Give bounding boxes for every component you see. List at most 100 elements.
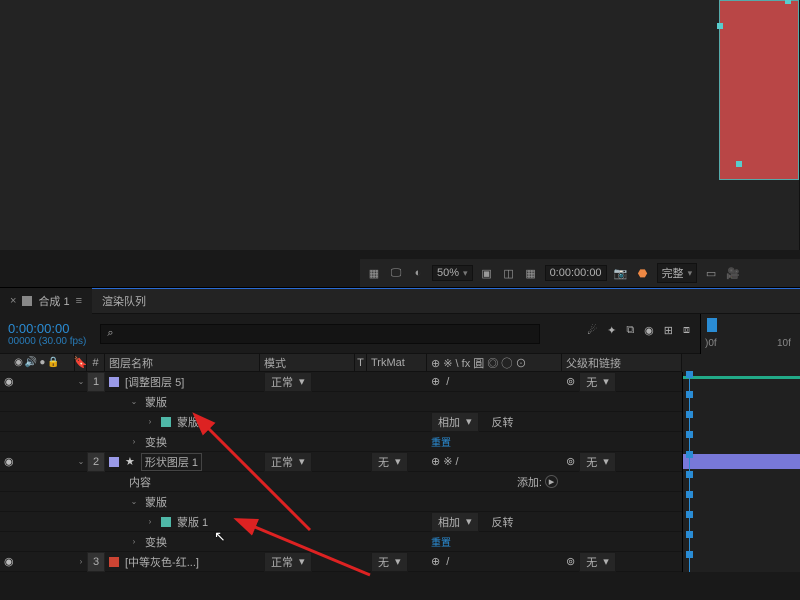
channel-icon[interactable]: ⬣ bbox=[635, 267, 651, 280]
camera-icon[interactable]: 🎥 bbox=[725, 267, 741, 280]
mask-item[interactable]: ›蒙版 1 相加▾反转 bbox=[0, 412, 800, 432]
view-icon[interactable]: ▭ bbox=[703, 267, 719, 280]
col-t[interactable]: T bbox=[355, 354, 367, 372]
zoom-dropdown[interactable]: 50%▾ bbox=[432, 265, 473, 281]
col-index[interactable]: # bbox=[87, 354, 105, 372]
tab-composition[interactable]: × 合成 1 ≡ bbox=[0, 288, 92, 314]
column-headers: ◉🔊●🔒 🔖 # 图层名称 模式 T TrkMat ⊕ ※ \ fx 圓 ◎ ◯… bbox=[0, 354, 800, 372]
twirl-icon[interactable]: ⌄ bbox=[78, 377, 85, 386]
reset-link[interactable]: 重置 bbox=[431, 434, 451, 449]
col-mode[interactable]: 模式 bbox=[260, 354, 355, 372]
layer-switches[interactable]: ⊕/ bbox=[427, 552, 562, 572]
reset-link[interactable]: 重置 bbox=[431, 534, 451, 549]
close-icon[interactable]: × bbox=[10, 295, 16, 307]
mask-item[interactable]: ›蒙版 1 相加▾反转 bbox=[0, 512, 800, 532]
pickwhip-icon[interactable]: ⊚ bbox=[566, 375, 575, 388]
add-button[interactable]: ▸ bbox=[545, 475, 558, 488]
layer-bar[interactable] bbox=[683, 454, 800, 469]
vertex-handle[interactable] bbox=[717, 23, 723, 29]
comp-mini-icon[interactable]: ☄ bbox=[587, 324, 597, 337]
mask-name[interactable]: 蒙版 1 bbox=[177, 514, 208, 530]
layer-name[interactable]: 形状图层 1 bbox=[141, 453, 202, 471]
col-av-toggles[interactable]: ◉🔊●🔒 bbox=[0, 354, 75, 372]
resolution-dropdown[interactable]: 完整▾ bbox=[657, 263, 698, 283]
shy-icon[interactable]: ✦ bbox=[607, 324, 616, 337]
col-label[interactable]: 🔖 bbox=[75, 354, 87, 372]
ruler-tick: 10f bbox=[777, 338, 791, 349]
parent-dropdown[interactable]: 无▾ bbox=[579, 372, 616, 392]
shape-layer-preview[interactable] bbox=[719, 0, 799, 180]
transform-group[interactable]: ›变换 重置 bbox=[0, 532, 800, 552]
color-swatch[interactable] bbox=[109, 377, 119, 387]
mask-mode-dropdown[interactable]: 相加▾ bbox=[431, 412, 479, 432]
layer-name[interactable]: [调整图层 5] bbox=[125, 374, 184, 390]
mask-name[interactable]: 蒙版 1 bbox=[177, 414, 208, 430]
preview-timecode[interactable]: 0:00:00:00 bbox=[545, 265, 607, 281]
color-swatch[interactable] bbox=[109, 557, 119, 567]
mask-color[interactable] bbox=[161, 517, 171, 527]
col-name[interactable]: 图层名称 bbox=[105, 354, 260, 372]
playhead[interactable] bbox=[707, 318, 717, 332]
snapshot-icon[interactable]: 📷 bbox=[613, 267, 629, 280]
contents-group[interactable]: 内容 添加:▸ bbox=[0, 472, 800, 492]
invert-checkbox[interactable]: 反转 bbox=[492, 414, 514, 430]
trkmat-dropdown[interactable]: 无▾ bbox=[371, 452, 408, 472]
blend-mode-dropdown[interactable]: 正常▾ bbox=[264, 372, 312, 392]
pickwhip-icon[interactable]: ⊚ bbox=[566, 555, 575, 568]
ruler-tick: )0f bbox=[705, 338, 717, 349]
viewport-inner[interactable] bbox=[0, 0, 800, 250]
graph-icon[interactable]: ⊞ bbox=[664, 324, 673, 337]
invert-checkbox[interactable]: 反转 bbox=[492, 514, 514, 530]
layer-row[interactable]: ◉ ⌄ 1 [调整图层 5] 正常▾ ⊕/ ⊚ 无▾ bbox=[0, 372, 800, 392]
trkmat-dropdown[interactable]: 无▾ bbox=[371, 552, 408, 572]
blend-mode-dropdown[interactable]: 正常▾ bbox=[264, 452, 312, 472]
frame-blend-icon[interactable]: ⧉ bbox=[626, 324, 634, 337]
color-swatch[interactable] bbox=[109, 457, 119, 467]
grid-icon[interactable]: ▦ bbox=[366, 267, 382, 280]
search-input[interactable]: ⌕ bbox=[100, 324, 540, 344]
twirl-icon[interactable]: › bbox=[79, 557, 83, 566]
blend-mode-dropdown[interactable]: 正常▾ bbox=[264, 552, 312, 572]
time-ruler[interactable]: )0f 10f bbox=[700, 314, 800, 354]
col-parent[interactable]: 父级和链接 bbox=[562, 354, 682, 372]
layer-name[interactable]: [中等灰色-红...] bbox=[125, 554, 199, 570]
mask-icon[interactable]: ◐ bbox=[410, 267, 426, 279]
layer-row[interactable]: ◉ › 3 [中等灰色-红...] 正常▾ 无▾ ⊕/ ⊚ 无▾ bbox=[0, 552, 800, 572]
layer-bar[interactable] bbox=[683, 376, 800, 379]
layer-index: 3 bbox=[87, 552, 105, 572]
col-trkmat[interactable]: TrkMat bbox=[367, 354, 427, 372]
visibility-toggle[interactable]: ◉ bbox=[4, 455, 14, 468]
parent-dropdown[interactable]: 无▾ bbox=[579, 452, 616, 472]
display-icon[interactable]: 🖵 bbox=[388, 267, 404, 280]
tab-label: 渲染队列 bbox=[102, 293, 146, 309]
snap-icon[interactable]: ⧈ bbox=[683, 324, 690, 337]
tab-render-queue[interactable]: 渲染队列 bbox=[92, 288, 156, 314]
layer-row[interactable]: ◉ ⌄ 2 ★形状图层 1 正常▾ 无▾ ⊕※/ ⊚无▾ bbox=[0, 452, 800, 472]
vertex-handle[interactable] bbox=[785, 0, 791, 4]
visibility-toggle[interactable]: ◉ bbox=[4, 375, 14, 388]
current-time[interactable]: 0:00:00:00 00000 (30.00 fps) bbox=[8, 321, 86, 347]
roi-icon[interactable]: ◫ bbox=[501, 267, 517, 280]
transform-group[interactable]: ›变换 重置 bbox=[0, 432, 800, 452]
tab-label: 合成 1 bbox=[38, 293, 69, 309]
masks-group[interactable]: ⌄蒙版 bbox=[0, 492, 800, 512]
res-icon[interactable]: ▣ bbox=[479, 267, 495, 280]
twirl-icon[interactable]: ⌄ bbox=[78, 457, 85, 466]
parent-dropdown[interactable]: 无▾ bbox=[579, 552, 616, 572]
mask-mode-dropdown[interactable]: 相加▾ bbox=[431, 512, 479, 532]
layer-index: 2 bbox=[87, 452, 105, 472]
mask-color[interactable] bbox=[161, 417, 171, 427]
pickwhip-icon[interactable]: ⊚ bbox=[566, 455, 575, 468]
search-icon: ⌕ bbox=[107, 327, 113, 340]
tab-menu-icon[interactable]: ≡ bbox=[76, 295, 82, 307]
layer-switches[interactable]: ⊕※/ bbox=[427, 452, 562, 472]
layer-switches[interactable]: ⊕/ bbox=[427, 372, 562, 392]
comp-icon bbox=[22, 296, 32, 306]
col-switches[interactable]: ⊕ ※ \ fx 圓 ◎ ◯ ⊙ bbox=[427, 354, 562, 372]
transparency-icon[interactable]: ▦ bbox=[523, 267, 539, 280]
masks-group[interactable]: ⌄蒙版 bbox=[0, 392, 800, 412]
layer-index: 1 bbox=[87, 372, 105, 392]
vertex-handle[interactable] bbox=[736, 161, 742, 167]
visibility-toggle[interactable]: ◉ bbox=[4, 555, 14, 568]
motion-blur-icon[interactable]: ◉ bbox=[644, 324, 654, 337]
